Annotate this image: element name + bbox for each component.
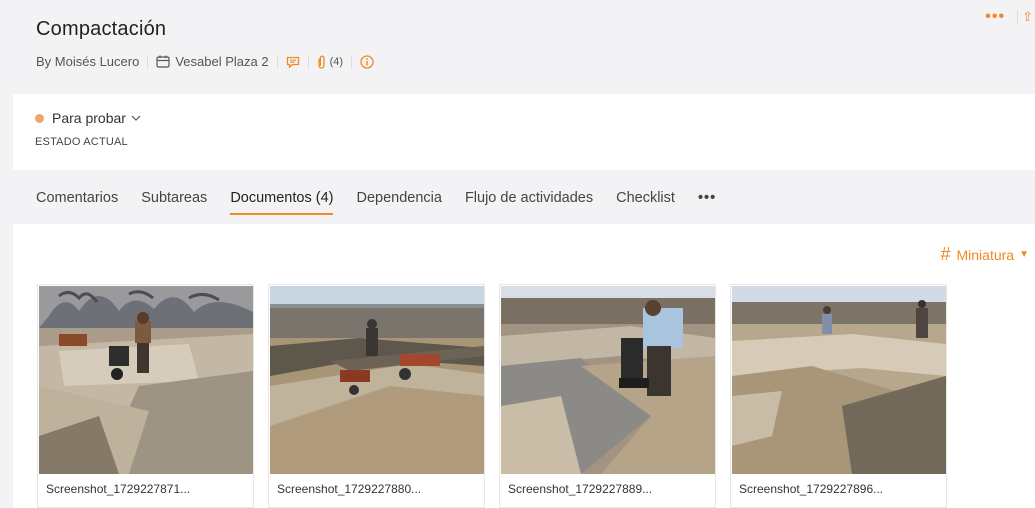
project-link[interactable]: Vesabel Plaza 2 (175, 54, 268, 69)
view-mode-label: Miniatura (956, 246, 1015, 263)
tab-dependencia[interactable]: Dependencia (356, 180, 441, 217)
info-icon[interactable] (360, 54, 374, 69)
status-panel: Para probar ESTADO ACTUAL (13, 94, 1035, 170)
comment-icon[interactable] (286, 56, 300, 68)
document-thumbnail (39, 286, 253, 474)
chevron-down-icon (131, 112, 141, 124)
pin-icon[interactable]: ⇧ (1022, 9, 1035, 25)
document-thumbnail (732, 286, 946, 474)
document-card[interactable]: Screenshot_1729227880... (268, 284, 485, 508)
attachment-icon[interactable] (317, 55, 326, 69)
document-thumbnail (501, 286, 715, 474)
tabs-more-icon[interactable]: ••• (698, 180, 716, 217)
calendar-icon (156, 55, 170, 68)
documents-panel: # Miniatura ▼ Screenshot_1729227871... S… (13, 224, 1035, 508)
divider (351, 55, 353, 68)
header-actions: ••• ⇧ (977, 8, 1035, 26)
document-card[interactable]: Screenshot_1729227896... (730, 284, 947, 508)
tab-bar: Comentarios Subtareas Documentos (4) Dep… (13, 176, 1035, 220)
document-thumbnail (270, 286, 484, 474)
tab-flujo-actividades[interactable]: Flujo de actividades (465, 180, 593, 217)
grid-icon: # (940, 244, 951, 264)
divider (307, 55, 309, 68)
tab-subtareas[interactable]: Subtareas (141, 180, 207, 217)
document-card[interactable]: Screenshot_1729227889... (499, 284, 716, 508)
document-filename: Screenshot_1729227871... (46, 482, 191, 496)
document-filename: Screenshot_1729227880... (277, 482, 422, 496)
tab-documentos[interactable]: Documentos (4) (230, 180, 334, 217)
document-card[interactable]: Screenshot_1729227871... (37, 284, 254, 508)
divider (1017, 10, 1019, 24)
task-title: Compactación (36, 18, 167, 40)
tab-comentarios[interactable]: Comentarios (36, 180, 118, 217)
more-options-icon[interactable]: ••• (977, 8, 1013, 26)
divider (147, 55, 149, 68)
author-label: By Moisés Lucero (36, 54, 140, 69)
document-filename: Screenshot_1729227896... (739, 482, 884, 496)
status-dot-icon (35, 113, 44, 123)
tab-checklist[interactable]: Checklist (616, 180, 675, 217)
caret-down-icon: ▼ (1019, 249, 1029, 260)
status-label: ESTADO ACTUAL (35, 136, 128, 148)
task-meta: By Moisés Lucero Vesabel Plaza 2 (4) (36, 54, 374, 69)
divider (276, 55, 278, 68)
status-value: Para probar (52, 110, 126, 126)
status-dropdown[interactable]: Para probar (35, 110, 141, 126)
view-mode-dropdown[interactable]: # Miniatura ▼ (940, 244, 1029, 265)
document-filename: Screenshot_1729227889... (508, 482, 653, 496)
task-header: Compactación By Moisés Lucero Vesabel Pl… (0, 0, 1035, 92)
attachment-count: (4) (329, 55, 344, 68)
